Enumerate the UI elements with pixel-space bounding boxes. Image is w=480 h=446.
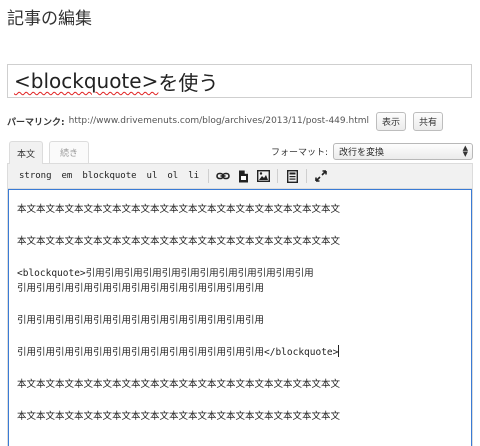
title-tag-text: <blockquote>	[14, 69, 159, 93]
content-line: 本文本文本文本文本文本文本文本文本文本文本文本文本文本文本文本文本文	[17, 204, 341, 215]
format-control: フォーマット: 改行を変換 ▲ ▼	[271, 143, 473, 160]
file-icon[interactable]	[235, 168, 251, 184]
content-line-with-caret: 引用引用引用引用引用引用引用引用引用引用引用引用引用</blockquote>	[17, 345, 463, 360]
content-line-text: 引用引用引用引用引用引用引用引用引用引用引用引用引用</blockquote>	[17, 347, 339, 358]
strong-button[interactable]: strong	[14, 168, 57, 184]
title-input[interactable]: <blockquote> を使う	[7, 64, 472, 98]
permalink-url: http://www.drivemenuts.com/blog/archives…	[68, 116, 369, 126]
content-line: 本文本文本文本文本文本文本文本文本文本文本文本文本文本文本文本文本文	[17, 379, 341, 390]
permalink-label: パーマリンク:	[7, 117, 65, 128]
select-arrows-icon: ▲ ▼	[462, 144, 468, 158]
content-line: 引用引用引用引用引用引用引用引用引用引用引用引用引用	[17, 283, 265, 294]
format-selected-value: 改行を変換	[339, 148, 385, 158]
image-icon[interactable]	[255, 168, 271, 184]
content-line: <blockquote>引用引用引用引用引用引用引用引用引用引用引用引用	[17, 268, 314, 279]
permalink-row: パーマリンク: http://www.drivemenuts.com/blog/…	[7, 111, 444, 131]
view-button[interactable]: 表示	[375, 111, 406, 131]
content-line: 本文本文本文本文本文本文本文本文本文本文本文本文本文本文本文本文本文	[17, 411, 341, 422]
tab-body[interactable]: 本文	[9, 141, 43, 164]
text-caret	[338, 345, 340, 357]
toolbar-divider	[208, 169, 210, 183]
ul-button[interactable]: ul	[142, 168, 163, 184]
editor-toolbar: strong em blockquote ul ol li	[8, 164, 472, 189]
link-icon[interactable]	[215, 168, 231, 184]
fullscreen-icon[interactable]	[313, 168, 329, 184]
em-button[interactable]: em	[57, 168, 78, 184]
content-textarea[interactable]: 本文本文本文本文本文本文本文本文本文本文本文本文本文本文本文本文本文 本文本文本…	[8, 189, 472, 446]
page-title: 記事の編集	[7, 9, 92, 29]
ol-button[interactable]: ol	[162, 168, 183, 184]
li-button[interactable]: li	[183, 168, 204, 184]
content-line: 引用引用引用引用引用引用引用引用引用引用引用引用引用	[17, 315, 265, 326]
blockquote-button[interactable]: blockquote	[77, 168, 141, 184]
share-button[interactable]: 共有	[413, 111, 444, 131]
tab-more[interactable]: 続き	[49, 141, 89, 163]
format-select[interactable]: 改行を変換 ▲ ▼	[333, 143, 473, 160]
format-label: フォーマット:	[270, 148, 328, 158]
toolbar-divider	[277, 169, 279, 183]
toolbar-divider	[306, 169, 308, 183]
editor: strong em blockquote ul ol li 本文本文本文本文本文…	[7, 163, 473, 446]
asset-icon[interactable]	[284, 168, 300, 184]
editor-tabs: 本文 続き フォーマット: 改行を変換 ▲ ▼	[7, 141, 473, 164]
content-line: 本文本文本文本文本文本文本文本文本文本文本文本文本文本文本文本文本文	[17, 236, 341, 247]
title-suffix-text: を使う	[158, 70, 219, 95]
